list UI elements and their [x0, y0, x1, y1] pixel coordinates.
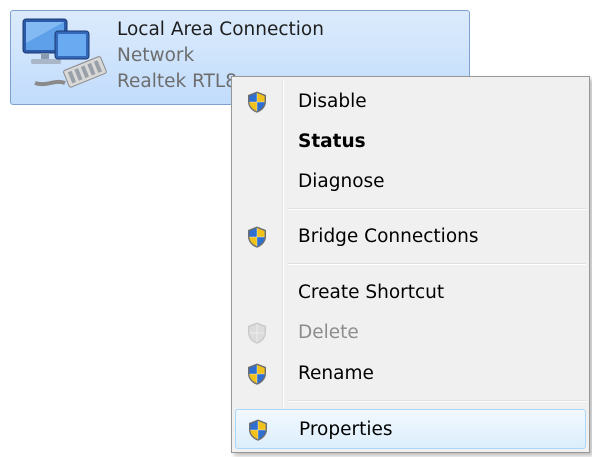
menu-item-status[interactable]: Status [235, 122, 586, 162]
menu-item-disable[interactable]: Disable [235, 82, 586, 122]
menu-item-diagnose[interactable]: Diagnose [235, 162, 586, 202]
menu-item-label: Properties [299, 419, 393, 440]
menu-separator [288, 400, 586, 402]
context-menu: Disable Status Diagnose Bridge Connectio… [231, 76, 590, 453]
menu-item-delete: Delete [235, 313, 586, 353]
menu-item-create-shortcut[interactable]: Create Shortcut [235, 273, 586, 313]
menu-item-label: Bridge Connections [298, 226, 479, 247]
menu-item-properties[interactable]: Properties [235, 409, 586, 449]
uac-shield-icon [246, 418, 270, 442]
menu-separator [288, 208, 586, 210]
uac-shield-icon [245, 225, 269, 249]
menu-item-rename[interactable]: Rename [235, 354, 586, 394]
uac-shield-icon [245, 362, 269, 386]
connection-network: Network [117, 45, 195, 66]
menu-item-bridge-connections[interactable]: Bridge Connections [235, 217, 586, 257]
menu-item-label: Diagnose [298, 171, 385, 192]
menu-item-label: Rename [298, 363, 374, 384]
uac-shield-icon [245, 321, 269, 345]
network-adapter-icon [22, 18, 107, 88]
menu-item-label: Delete [298, 322, 359, 343]
connection-name: Local Area Connection [117, 19, 324, 40]
menu-separator [288, 263, 586, 265]
menu-item-label: Create Shortcut [298, 282, 445, 303]
uac-shield-icon [245, 90, 269, 114]
menu-item-label: Status [298, 131, 366, 152]
menu-item-label: Disable [298, 91, 367, 112]
